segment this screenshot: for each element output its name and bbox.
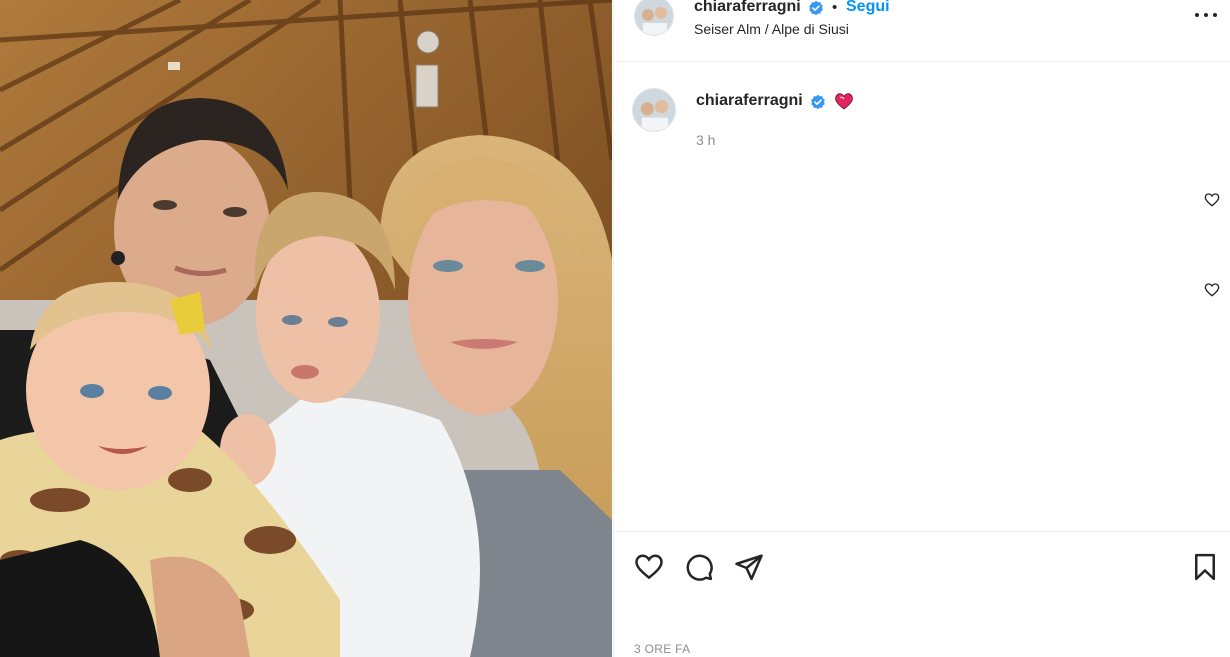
post-header: chiaraferragni • Segui Seiser Alm / Alpe… [614, 0, 1230, 62]
heart-emoji-icon [835, 93, 853, 110]
heart-icon[interactable] [1204, 192, 1220, 208]
bookmark-icon[interactable] [1190, 552, 1220, 582]
profile-picture [635, 0, 673, 35]
caption-avatar[interactable] [632, 88, 676, 132]
profile-picture [633, 89, 675, 131]
heart-icon[interactable] [634, 552, 664, 582]
follow-button[interactable]: Segui [846, 0, 890, 16]
caption-username[interactable]: chiaraferragni [696, 92, 803, 110]
separator-dot: • [832, 0, 838, 16]
caption-time: 3 h [696, 132, 716, 148]
comment-icon[interactable] [684, 552, 714, 582]
post-timestamp: 3 ORE FA [634, 642, 691, 656]
avatar[interactable] [634, 0, 674, 36]
verified-badge-icon [809, 0, 823, 16]
heart-icon[interactable] [1204, 282, 1220, 298]
share-icon[interactable] [734, 552, 764, 582]
post-location[interactable]: Seiser Alm / Alpe di Siusi [694, 21, 849, 37]
author-username[interactable]: chiaraferragni [694, 0, 801, 16]
post-photo[interactable] [0, 0, 612, 657]
family-selfie-photo [0, 0, 612, 657]
verified-badge-icon [811, 94, 825, 110]
post-detail-panel: chiaraferragni • Segui Seiser Alm / Alpe… [613, 0, 1230, 657]
more-options-icon[interactable] [1194, 8, 1218, 22]
post-actions-bar [614, 531, 1230, 627]
